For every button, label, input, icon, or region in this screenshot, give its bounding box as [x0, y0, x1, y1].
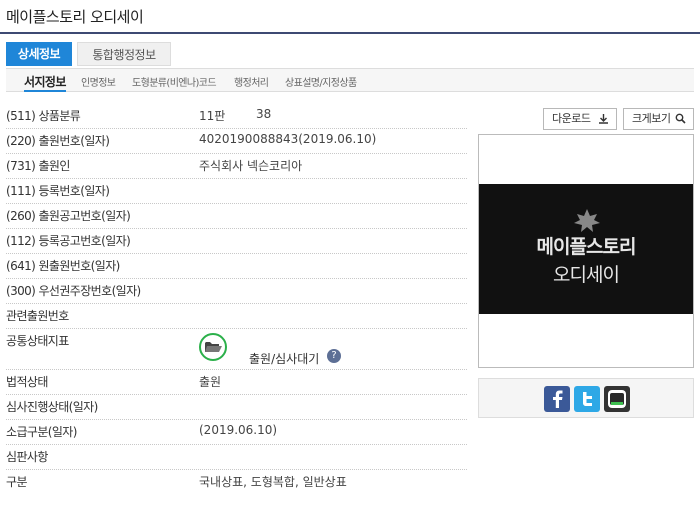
share-bar — [478, 378, 694, 418]
download-button-label: 다운로드 — [552, 112, 591, 125]
sub-navigation: 서지정보 인명정보 도형분류(비엔나)코드 행정처리 상표설명/지정상품 — [6, 68, 694, 92]
band-icon[interactable] — [604, 386, 630, 412]
row-registration-publication-number: (112) 등록공고번호(일자) — [6, 228, 467, 254]
subnav-person-info[interactable]: 인명정보 — [81, 74, 116, 89]
row-label: 법적상태 — [6, 375, 48, 389]
trademark-text-line1: 메이플스토리 — [536, 236, 637, 258]
row-label: 심사진행상태(일자) — [6, 400, 98, 414]
row-trial-matters: 심판사항 — [6, 444, 467, 470]
row-label: (220) 출원번호(일자) — [6, 134, 110, 148]
row-examination-status: 심사진행상태(일자) — [6, 394, 467, 420]
page-title: 메이플스토리 오디세이 — [6, 8, 144, 26]
download-icon — [598, 109, 609, 136]
row-classification: 구분 국내상표, 도형복합, 일반상표 — [6, 469, 467, 494]
row-label: 소급구분(일자) — [6, 425, 77, 439]
zoom-button-label: 크게보기 — [632, 112, 671, 125]
trademark-text-line2: 오디세이 — [553, 264, 620, 286]
status-text: 출원/심사대기 — [249, 352, 320, 366]
row-product-class: (511) 상품분류 11판 38 — [6, 103, 467, 129]
row-original-application-number: (641) 원출원번호(일자) — [6, 253, 467, 279]
row-applicant: (731) 출원인 주식회사 넥슨코리아 — [6, 153, 467, 179]
row-legal-status: 법적상태 출원 — [6, 369, 467, 395]
row-label: (260) 출원공고번호(일자) — [6, 209, 131, 223]
row-label: (300) 우선권주장번호(일자) — [6, 284, 141, 298]
row-publication-number: (260) 출원공고번호(일자) — [6, 203, 467, 229]
row-label: (112) 등록공고번호(일자) — [6, 234, 131, 248]
subnav-goods-description[interactable]: 상표설명/지정상품 — [285, 74, 357, 89]
tab-detail-info[interactable]: 상세정보 — [6, 42, 72, 66]
row-value: 국내상표, 도형복합, 일반상표 — [199, 475, 347, 489]
row-value: 11판 — [199, 109, 226, 123]
subnav-vienna-code[interactable]: 도형분류(비엔나)코드 — [132, 74, 217, 89]
row-label: (641) 원출원번호(일자) — [6, 259, 120, 273]
row-application-number: (220) 출원번호(일자) 4020190088843(2019.06.10) — [6, 128, 467, 154]
zoom-button[interactable]: 크게보기 — [623, 108, 694, 130]
row-priority-claim-number: (300) 우선권주장번호(일자) — [6, 278, 467, 304]
row-value: 주식회사 넥슨코리아 — [199, 159, 303, 173]
twitter-icon[interactable] — [574, 386, 600, 412]
row-value: 4020190088843(2019.06.10) — [199, 132, 377, 146]
facebook-icon[interactable] — [544, 386, 570, 412]
trademark-image[interactable]: 메이플스토리 오디세이 — [479, 184, 693, 314]
row-label: (511) 상품분류 — [6, 109, 81, 123]
row-retroactive-type: 소급구분(일자) (2019.06.10) — [6, 419, 467, 445]
title-bar: 메이플스토리 오디세이 — [0, 0, 700, 34]
row-related-application: 관련출원번호 — [6, 303, 467, 329]
tab-integrated-admin-info[interactable]: 통합행정정보 — [77, 42, 171, 66]
magnifier-icon — [675, 109, 686, 136]
folder-open-icon — [199, 333, 227, 361]
row-label: 심판사항 — [6, 450, 48, 464]
maple-leaf-icon — [574, 209, 600, 232]
row-value: 출원 — [199, 375, 222, 389]
subnav-bibliographic[interactable]: 서지정보 — [24, 73, 66, 92]
row-label: 관련출원번호 — [6, 309, 69, 323]
row-label: (111) 등록번호(일자) — [6, 184, 110, 198]
row-label: 공통상태지표 — [6, 334, 69, 348]
row-common-status: 공통상태지표 출원/심사대기 ? — [6, 328, 467, 370]
subnav-admin-process[interactable]: 행정처리 — [234, 74, 269, 89]
row-label: 구분 — [6, 475, 27, 489]
trademark-image-frame: 메이플스토리 오디세이 — [478, 134, 694, 368]
row-value: (2019.06.10) — [199, 423, 278, 437]
row-label: (731) 출원인 — [6, 159, 70, 173]
download-button[interactable]: 다운로드 — [543, 108, 617, 130]
question-icon[interactable]: ? — [327, 349, 341, 363]
row-registration-number: (111) 등록번호(일자) — [6, 178, 467, 204]
row-value-class-number: 38 — [256, 107, 272, 121]
